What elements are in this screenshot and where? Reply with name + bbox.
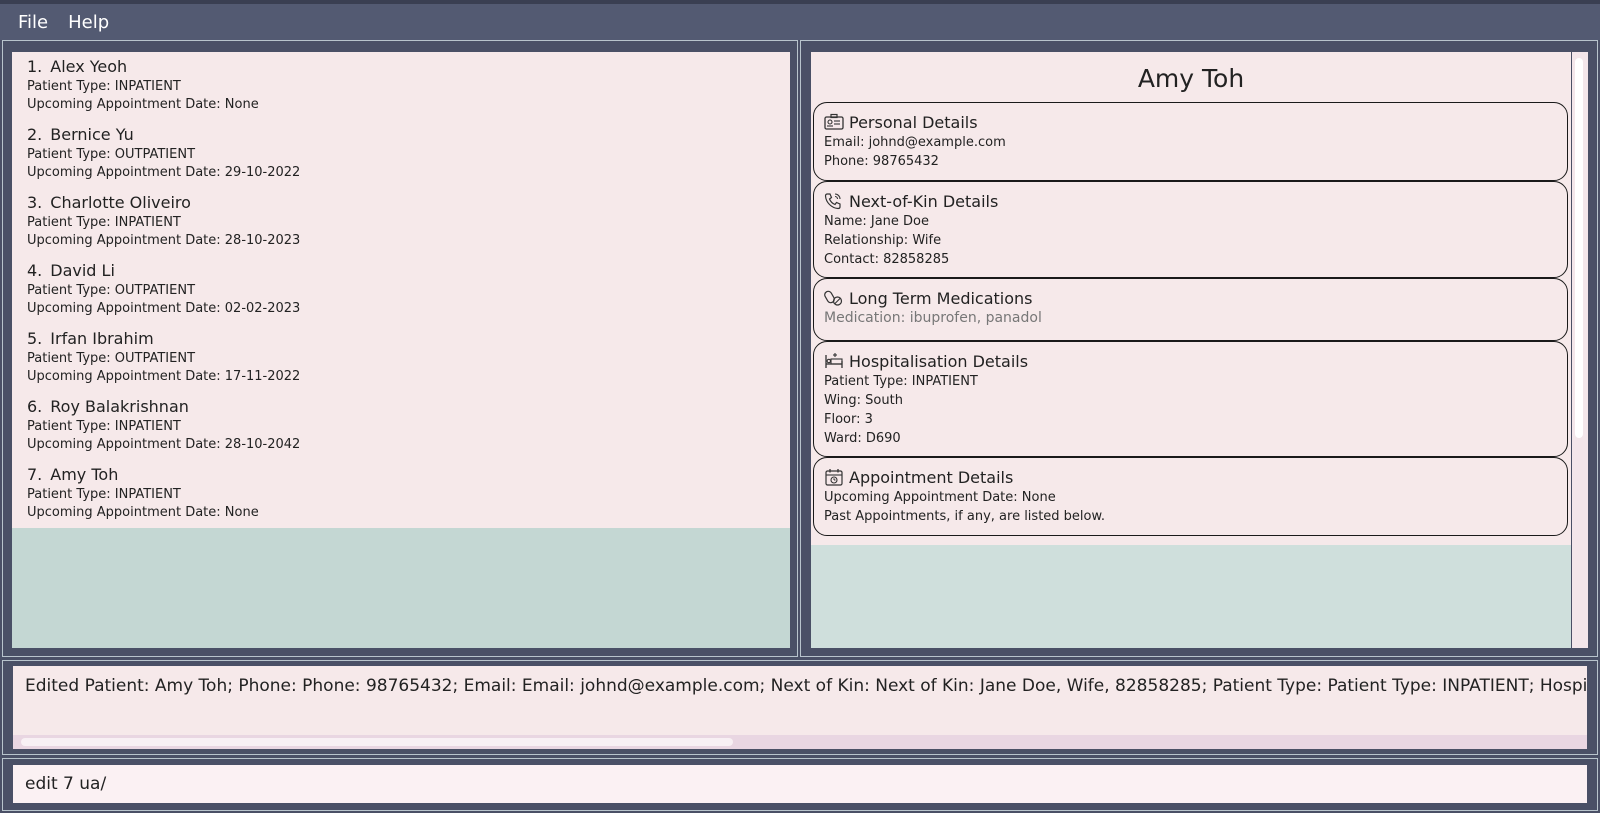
patient-type: Patient Type: INPATIENT [27,419,181,434]
patient-card[interactable]: 4. David Li Patient Type: OUTPATIENT Upco… [12,256,790,324]
patient-type: Patient Type: INPATIENT [27,487,181,502]
patient-name-text: David Li [50,261,115,280]
result-horizontal-scrollbar[interactable] [13,735,1587,749]
patient-name: 3. Charlotte Oliveiro [27,192,775,214]
patient-card[interactable]: 3. Charlotte Oliveiro Patient Type: INPAT… [12,188,790,256]
command-box-panel [2,758,1598,811]
patient-name-text: Amy Toh [50,465,119,484]
patient-index: 7. [27,465,43,484]
detail-scrollbar-thumb[interactable] [1575,58,1583,438]
section-title: Appointment Details [849,467,1014,487]
patient-name-text: Roy Balakrishnan [50,397,189,416]
patient-name-text: Irfan Ibrahim [50,329,154,348]
medication-list: Medication: ibuprofen, panadol [824,310,1042,326]
kin-name: Name: Jane Doe [824,214,929,229]
personal-email: Email: johnd@example.com [824,135,1006,150]
patient-appointment: Upcoming Appointment Date: 02-02-2023 [27,301,301,316]
patient-name-text: Alex Yeoh [50,57,128,76]
patient-card[interactable]: 2. Bernice Yu Patient Type: OUTPATIENT Up… [12,120,790,188]
patient-appointment: Upcoming Appointment Date: 29-10-2022 [27,165,301,180]
appointment-details-section: Appointment Details Upcoming Appointment… [813,457,1568,536]
section-title: Personal Details [849,112,978,132]
menu-file[interactable]: File [8,12,58,33]
patient-type: Patient Type: OUTPATIENT [27,351,196,366]
patient-name: 5. Irfan Ibrahim [27,328,775,350]
section-title: Long Term Medications [849,288,1033,308]
patient-type: Patient Type: OUTPATIENT [27,283,196,298]
next-of-kin-section: Next-of-Kin Details Name: Jane Doe Relat… [813,181,1568,278]
command-input[interactable] [13,765,1587,803]
patient-list: 1. Alex Yeoh Patient Type: INPATIENT Upco… [12,52,790,528]
patient-index: 2. [27,125,43,144]
appointment-upcoming: Upcoming Appointment Date: None [824,490,1056,505]
patient-detail-name: Amy Toh [1137,64,1245,93]
patient-index: 4. [27,261,43,280]
patient-appointment: Upcoming Appointment Date: 28-10-2023 [27,233,301,248]
section-header: Next-of-Kin Details [824,190,1557,212]
phone-icon [824,192,844,210]
detail-vertical-scrollbar[interactable] [1572,52,1588,648]
patient-name-text: Bernice Yu [50,125,134,144]
section-title: Next-of-Kin Details [849,191,999,211]
patient-index: 5. [27,329,43,348]
result-display[interactable]: Edited Patient: Amy Toh; Phone: Phone: 9… [13,666,1587,749]
personal-phone: Phone: 98765432 [824,154,939,169]
patient-card[interactable]: 7. Amy Toh Patient Type: INPATIENT Upcomi… [12,460,790,528]
patient-card[interactable]: 5. Irfan Ibrahim Patient Type: OUTPATIENT… [12,324,790,392]
patient-type: Patient Type: INPATIENT [27,215,181,230]
calendar-icon [824,468,844,486]
patient-name: 4. David Li [27,260,775,282]
menu-help[interactable]: Help [58,12,119,33]
hospitalisation-details-section: Hospitalisation Details Patient Type: IN… [813,341,1568,457]
patient-type: Patient Type: OUTPATIENT [27,147,196,162]
personal-details-section: Personal Details Email: johnd@example.co… [813,102,1568,181]
patient-name: 1. Alex Yeoh [27,56,775,78]
patient-name: 2. Bernice Yu [27,124,775,146]
patient-appointment: Upcoming Appointment Date: None [27,97,259,112]
kin-relationship: Relationship: Wife [824,233,942,248]
long-term-medications-section: Long Term Medications Medication: ibupro… [813,278,1568,341]
hospitalisation-ward: Ward: D690 [824,431,901,446]
hospitalisation-floor: Floor: 3 [824,412,873,427]
menu-bar: File Help [0,4,1600,40]
pills-icon [824,289,844,307]
patient-card[interactable]: 6. Roy Balakrishnan Patient Type: INPATIE… [12,392,790,460]
patient-list-viewport[interactable]: 1. Alex Yeoh Patient Type: INPATIENT Upco… [12,52,790,648]
patient-detail-panel: Amy Toh Personal Details Email: johnd@ex… [800,40,1598,657]
patient-name: 6. Roy Balakrishnan [27,396,775,418]
result-scrollbar-thumb[interactable] [21,738,733,746]
section-header: Hospitalisation Details [824,350,1557,372]
hospitalisation-type: Patient Type: INPATIENT [824,374,978,389]
result-message: Edited Patient: Amy Toh; Phone: Phone: 9… [25,676,1587,696]
hospital-bed-icon [824,352,844,370]
patient-index: 1. [27,57,43,76]
patient-card[interactable]: 1. Alex Yeoh Patient Type: INPATIENT Upco… [12,52,790,120]
patient-index: 6. [27,397,43,416]
patient-type: Patient Type: INPATIENT [27,79,181,94]
patient-name: 7. Amy Toh [27,464,775,486]
section-header: Appointment Details [824,466,1557,488]
kin-contact: Contact: 82858285 [824,252,950,267]
patient-name-text: Charlotte Oliveiro [50,193,191,212]
patient-appointment: Upcoming Appointment Date: 17-11-2022 [27,369,301,384]
patient-index: 3. [27,193,43,212]
section-title: Hospitalisation Details [849,351,1029,371]
appointment-past-note: Past Appointments, if any, are listed be… [824,509,1106,524]
hospitalisation-wing: Wing: South [824,393,903,408]
patient-list-panel: 1. Alex Yeoh Patient Type: INPATIENT Upco… [2,40,798,657]
patient-detail-viewport[interactable]: Amy Toh Personal Details Email: johnd@ex… [811,52,1571,648]
section-header: Long Term Medications [824,287,1557,309]
patient-appointment: Upcoming Appointment Date: None [27,505,259,520]
result-display-panel: Edited Patient: Amy Toh; Phone: Phone: 9… [2,660,1598,755]
patient-appointment: Upcoming Appointment Date: 28-10-2042 [27,437,301,452]
id-card-icon [824,113,844,131]
section-header: Personal Details [824,111,1557,133]
